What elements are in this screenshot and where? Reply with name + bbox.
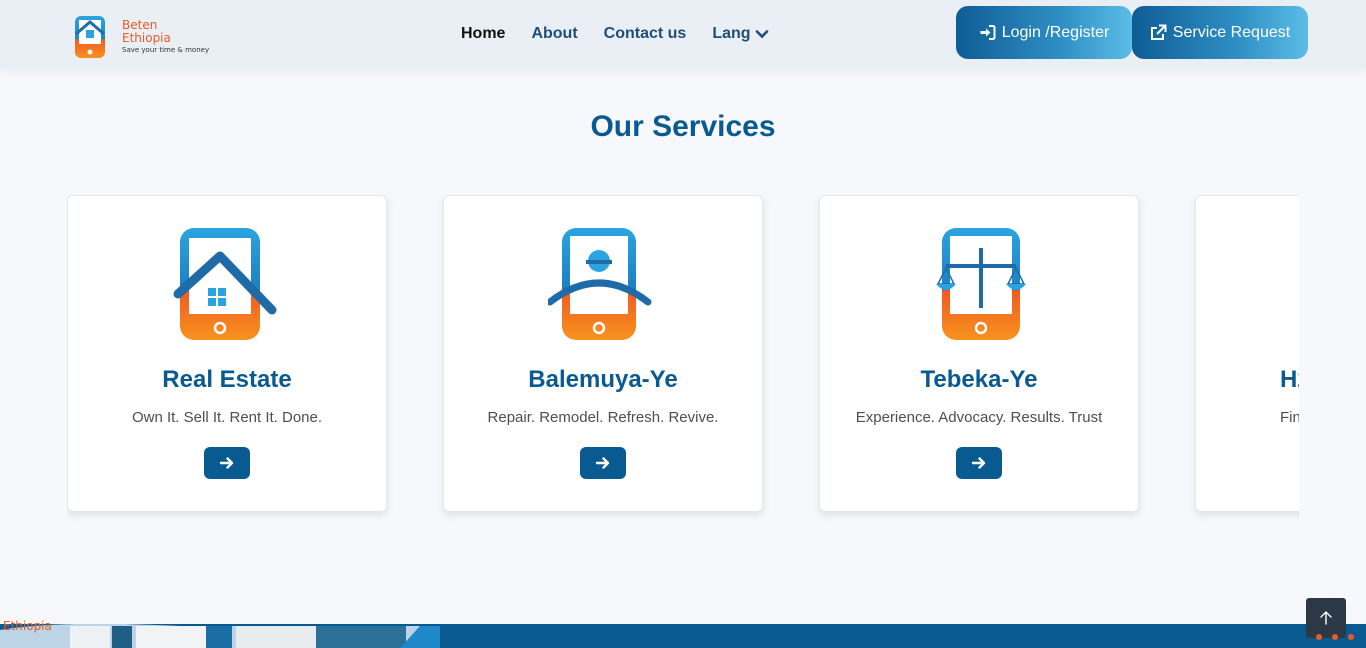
house-phone-icon — [173, 228, 277, 340]
arrow-right-icon — [595, 457, 610, 469]
chevron-down-icon — [755, 30, 768, 39]
services-title: Our Services — [590, 110, 776, 143]
carousel-dot[interactable] — [1332, 634, 1338, 640]
service-card-title: Real Estate — [162, 366, 292, 393]
worker-phone-icon — [548, 228, 652, 340]
carousel-dots — [1316, 634, 1354, 640]
carousel-dot[interactable] — [1348, 634, 1354, 640]
scroll-to-top-button[interactable] — [1306, 598, 1346, 638]
sign-in-icon — [980, 25, 996, 40]
nav-lang-dropdown[interactable]: Lang — [712, 25, 768, 43]
arrow-right-icon — [219, 457, 234, 469]
service-card-tebeka[interactable]: Tebeka-Ye Experience. Advocacy. Results.… — [819, 195, 1139, 512]
login-register-label: Login /Register — [1001, 23, 1110, 41]
logo-icon — [75, 16, 105, 58]
logo-name-line2: Ethiopia — [122, 31, 171, 45]
arrow-up-icon — [1320, 611, 1332, 625]
service-card-tagline: Fin — [1280, 409, 1299, 426]
service-card-arrow-button[interactable] — [956, 447, 1002, 479]
service-card-balemuya[interactable]: Balemuya-Ye Repair. Remodel. Refresh. Re… — [443, 195, 763, 512]
footer-banner — [0, 624, 1366, 648]
service-card-title: H2 — [1280, 366, 1299, 393]
brand-logo[interactable]: Beten Ethiopia Save your time & money — [72, 14, 222, 62]
building-photo-image — [0, 624, 440, 648]
service-card-arrow-button[interactable] — [204, 447, 250, 479]
main-nav: Home About Contact us Lang — [461, 25, 769, 43]
login-register-button[interactable]: Login /Register — [956, 6, 1132, 59]
nav-lang-label: Lang — [712, 25, 751, 42]
service-card-title: Tebeka-Ye — [920, 366, 1038, 393]
service-card-tagline: Experience. Advocacy. Results. Trust — [855, 409, 1103, 426]
services-carousel: Real Estate Own It. Sell It. Rent It. Do… — [67, 195, 1299, 525]
nav-contact[interactable]: Contact us — [604, 25, 687, 43]
service-request-button[interactable]: Service Request — [1132, 6, 1308, 59]
logo-text: Beten Ethiopia Save your time & money — [122, 19, 209, 54]
service-card-partial[interactable]: H2 Fin — [1195, 195, 1299, 512]
scales-phone-icon — [936, 228, 1026, 340]
footer-brand-text: Ethiopia — [3, 619, 52, 633]
service-card-arrow-button[interactable] — [580, 447, 626, 479]
nav-about[interactable]: About — [531, 25, 577, 43]
nav-home[interactable]: Home — [461, 25, 505, 43]
navbar: Beten Ethiopia Save your time & money Ho… — [0, 0, 1366, 69]
arrow-right-icon — [971, 457, 986, 469]
service-card-title: Balemuya-Ye — [528, 366, 678, 393]
service-card-real-estate[interactable]: Real Estate Own It. Sell It. Rent It. Do… — [67, 195, 387, 512]
logo-tagline: Save your time & money — [122, 46, 210, 54]
service-card-tagline: Own It. Sell It. Rent It. Done. — [131, 409, 323, 426]
service-request-label: Service Request — [1172, 23, 1291, 41]
carousel-dot[interactable] — [1316, 634, 1322, 640]
service-card-tagline: Repair. Remodel. Refresh. Revive. — [487, 409, 719, 426]
external-link-icon — [1150, 24, 1167, 40]
